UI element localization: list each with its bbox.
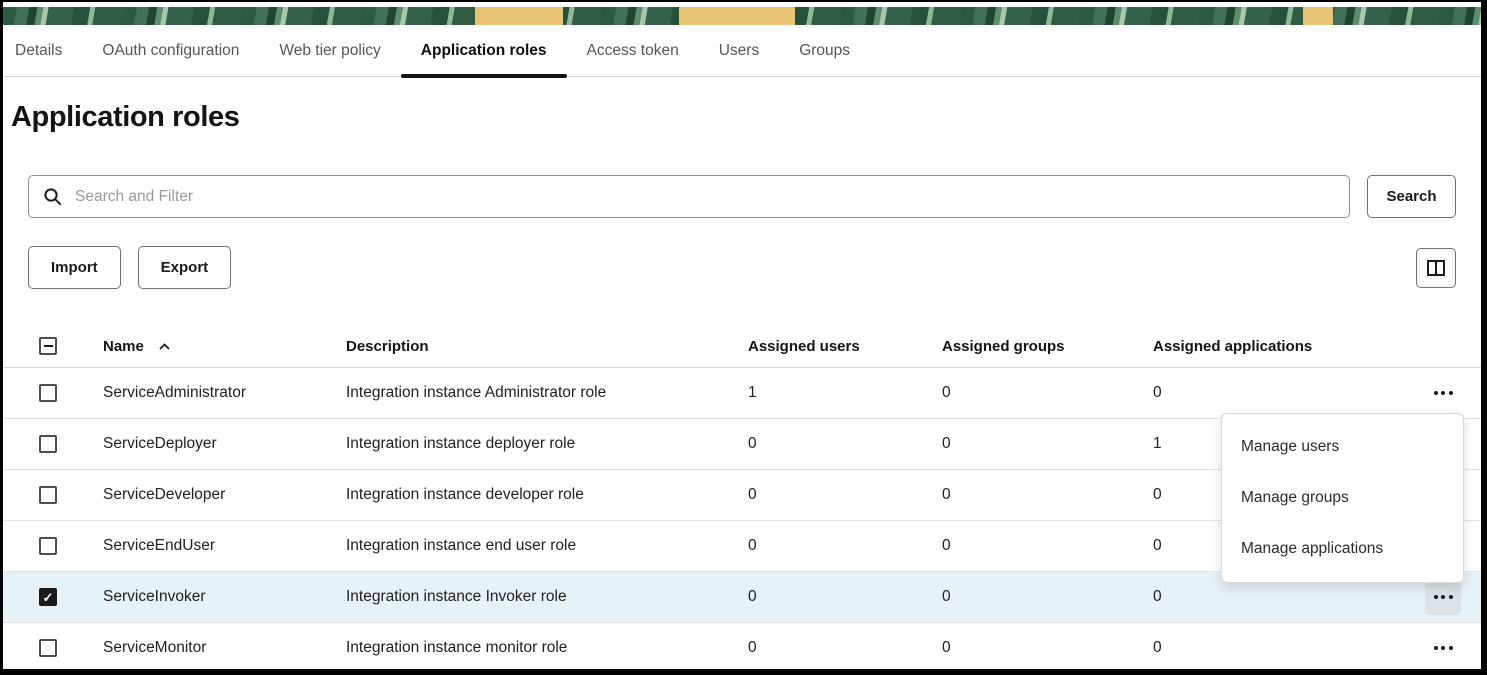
role-description: Integration instance Administrator role <box>346 384 748 402</box>
assigned-users-count: 0 <box>748 537 942 555</box>
table-header-row: Name Description Assigned users Assigned… <box>3 325 1481 368</box>
assigned-groups-count: 0 <box>942 435 1153 453</box>
row-actions-context-menu: Manage users Manage groups Manage applic… <box>1221 413 1464 583</box>
tab-details[interactable]: Details <box>13 42 82 76</box>
role-name: ServiceDeveloper <box>103 486 346 504</box>
table-toolbar: Import Export <box>3 246 1481 289</box>
search-section: Search <box>3 175 1481 218</box>
tab-users[interactable]: Users <box>699 42 779 76</box>
menu-item-manage-applications[interactable]: Manage applications <box>1222 524 1463 574</box>
role-description: Integration instance developer role <box>346 486 748 504</box>
assigned-users-count: 0 <box>748 588 942 606</box>
assigned-users-count: 0 <box>748 435 942 453</box>
decorative-banner <box>3 7 1481 25</box>
assigned-applications-count: 0 <box>1153 639 1405 657</box>
app-window: Details OAuth configuration Web tier pol… <box>0 0 1487 675</box>
column-header-name[interactable]: Name <box>103 338 346 355</box>
assigned-groups-count: 0 <box>942 588 1153 606</box>
menu-item-manage-groups[interactable]: Manage groups <box>1222 473 1463 523</box>
assigned-groups-count: 0 <box>942 384 1153 402</box>
role-name: ServiceAdministrator <box>103 384 346 402</box>
active-tab-underline <box>401 74 567 78</box>
assigned-groups-count: 0 <box>942 639 1153 657</box>
assigned-users-count: 0 <box>748 639 942 657</box>
assigned-users-count: 1 <box>748 384 942 402</box>
role-name: ServiceMonitor <box>103 639 346 657</box>
row-actions-ellipsis-icon-active[interactable] <box>1425 579 1461 615</box>
assigned-groups-count: 0 <box>942 537 1153 555</box>
tab-access-token[interactable]: Access token <box>567 42 699 76</box>
role-name: ServiceDeployer <box>103 435 346 453</box>
search-box <box>28 175 1350 218</box>
row-actions-ellipsis-icon[interactable] <box>1425 630 1461 666</box>
table-columns-icon <box>1426 259 1446 277</box>
row-checkbox[interactable] <box>39 639 57 657</box>
tab-bar: Details OAuth configuration Web tier pol… <box>3 25 1481 77</box>
tab-web-tier-policy[interactable]: Web tier policy <box>259 42 400 76</box>
role-description: Integration instance deployer role <box>346 435 748 453</box>
row-checkbox[interactable] <box>39 384 57 402</box>
column-header-description: Description <box>346 338 748 355</box>
row-actions-ellipsis-icon[interactable] <box>1425 375 1461 411</box>
column-header-assigned-users: Assigned users <box>748 338 942 355</box>
tab-groups[interactable]: Groups <box>779 42 870 76</box>
search-button[interactable]: Search <box>1367 175 1456 218</box>
assigned-applications-count: 0 <box>1153 588 1405 606</box>
page-title: Application roles <box>11 101 1481 134</box>
tab-oauth-configuration[interactable]: OAuth configuration <box>82 42 259 76</box>
row-checkbox[interactable] <box>39 435 57 453</box>
search-icon <box>43 187 63 207</box>
role-name: ServiceEndUser <box>103 537 346 555</box>
row-checkbox-checked[interactable]: ✓ <box>39 588 57 606</box>
role-description: Integration instance Invoker role <box>346 588 748 606</box>
manage-columns-button[interactable] <box>1416 248 1456 288</box>
menu-item-manage-users[interactable]: Manage users <box>1222 422 1463 472</box>
assigned-users-count: 0 <box>748 486 942 504</box>
sort-ascending-icon <box>158 342 171 351</box>
role-description: Integration instance end user role <box>346 537 748 555</box>
select-all-checkbox[interactable] <box>39 337 57 355</box>
table-row[interactable]: ServiceMonitor Integration instance moni… <box>3 623 1481 674</box>
role-name: ServiceInvoker <box>103 588 346 606</box>
export-button[interactable]: Export <box>138 246 232 289</box>
row-checkbox[interactable] <box>39 537 57 555</box>
column-header-assigned-applications: Assigned applications <box>1153 338 1405 355</box>
table-row[interactable]: ServiceAdministrator Integration instanc… <box>3 368 1481 419</box>
assigned-groups-count: 0 <box>942 486 1153 504</box>
select-all-cell <box>3 337 103 355</box>
assigned-applications-count: 0 <box>1153 384 1405 402</box>
search-input[interactable] <box>75 188 1335 206</box>
column-header-assigned-groups: Assigned groups <box>942 338 1153 355</box>
import-button[interactable]: Import <box>28 246 121 289</box>
row-checkbox[interactable] <box>39 486 57 504</box>
role-description: Integration instance monitor role <box>346 639 748 657</box>
tab-application-roles[interactable]: Application roles <box>401 42 567 76</box>
